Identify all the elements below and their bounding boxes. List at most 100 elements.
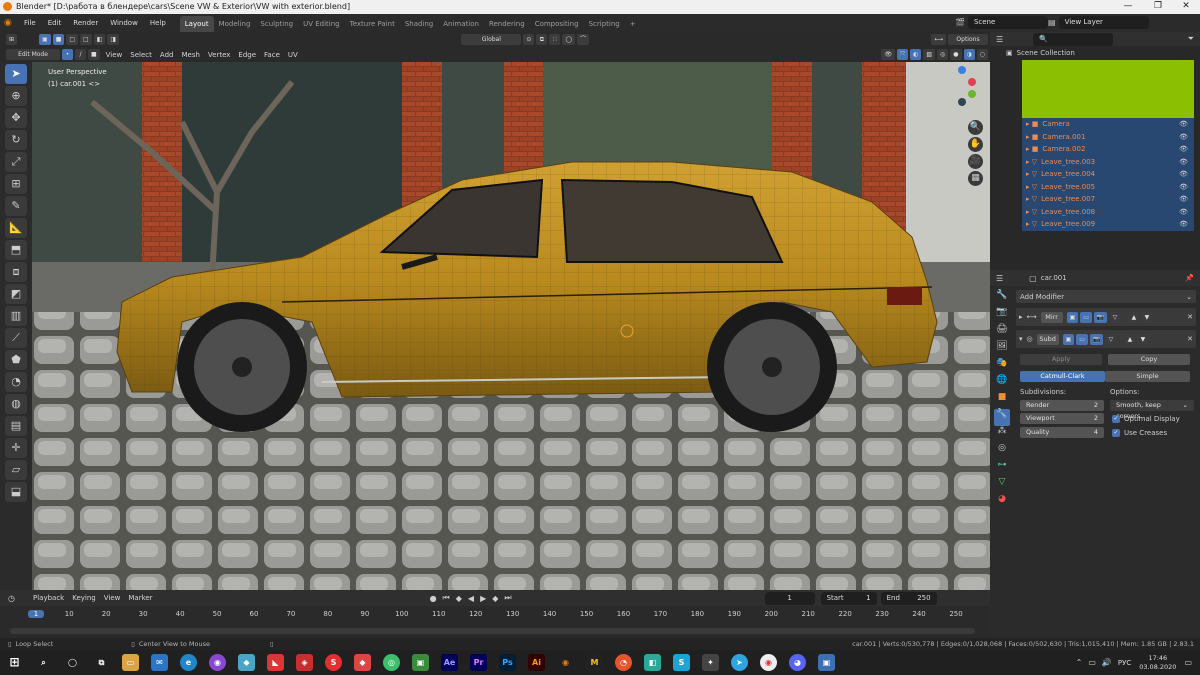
outliner-item[interactable]: ▸ ▽ Leave_tree.004 👁 [1026, 168, 1194, 181]
network-icon[interactable]: ▭ [1088, 658, 1096, 667]
snap-icon[interactable]: ⧉ [536, 34, 548, 45]
particles-tab-icon[interactable]: ⁂ [994, 426, 1010, 443]
menu-face[interactable]: Face [260, 51, 284, 59]
view-layer-name[interactable]: View Layer [1058, 16, 1149, 29]
menu-help[interactable]: Help [144, 14, 172, 32]
editor-type-icon[interactable]: ⊞ [6, 34, 18, 45]
viewport-levels-field[interactable]: Viewport 2 [1020, 413, 1104, 424]
loop-cut-icon[interactable]: ▥ [5, 306, 27, 326]
eye-icon[interactable]: 👁 [1179, 143, 1188, 156]
menu-select[interactable]: Select [126, 51, 156, 59]
physics-tab-icon[interactable]: ◎ [994, 443, 1010, 460]
render-levels-field[interactable]: Render 2 [1020, 400, 1104, 411]
start-frame-field[interactable]: Start 1 [820, 591, 877, 605]
edit-mode-toggle-icon[interactable]: ▣ [1066, 311, 1079, 323]
blender-taskbar-icon[interactable]: ◉ [557, 654, 574, 671]
record-icon[interactable]: ● [430, 594, 437, 603]
3d-viewport[interactable]: User Perspective (1) car.001 <> 🔍 ✋ 🎥 ▦ [32, 62, 990, 590]
render-tab-icon[interactable]: 📷 [994, 307, 1010, 324]
search-icon[interactable]: ⌕ [35, 654, 52, 671]
eye-icon[interactable]: 👁 [1179, 156, 1188, 169]
world-tab-icon[interactable]: 🌐 [994, 375, 1010, 392]
after-effects-icon[interactable]: Ae [441, 654, 458, 671]
viewport-toggle-icon[interactable]: ▭ [1076, 333, 1088, 345]
modifier-subd-name[interactable]: Subd [1036, 333, 1059, 345]
options-button[interactable]: Options [948, 34, 988, 45]
view-layer-selector[interactable]: ▤ View Layer [1048, 16, 1149, 29]
minimize-button[interactable]: — [1120, 1, 1136, 13]
app-diamond-icon[interactable]: ◆ [354, 654, 371, 671]
proportional-edit-icon[interactable]: ◯ [562, 34, 576, 45]
tab-texture-paint[interactable]: Texture Paint [345, 16, 400, 32]
outliner-item[interactable]: ▸ ■ Camera 👁 [1026, 118, 1194, 131]
app-orange-icon[interactable]: ◔ [615, 654, 632, 671]
outliner-item[interactable]: ▸ ▽ Leave_tree.007 👁 [1026, 193, 1194, 206]
scene-collection-row[interactable]: ▣ Scene Collection [990, 46, 1200, 60]
telegram-icon[interactable]: ➤ [731, 654, 748, 671]
catmull-clark-button[interactable]: Catmull-Clark [1020, 371, 1105, 382]
pin-icon[interactable]: 📌 [1185, 274, 1194, 282]
menu-view[interactable]: View [102, 51, 127, 59]
select-icon[interactable]: ➤ [5, 64, 27, 84]
modifier-mirror[interactable]: ▸ ⟷ Mirr ▣ ▭ 📷 ▽ ▲ ▼ ✕ [1016, 308, 1196, 326]
constraints-tab-icon[interactable]: ⊶ [994, 460, 1010, 477]
camera-view-icon[interactable]: 🎥 [968, 154, 983, 169]
timeline-editor-icon[interactable]: ◷ [8, 594, 15, 603]
select-extend-icon[interactable]: □ [66, 34, 79, 45]
zoom-icon[interactable]: 🔍 [968, 120, 983, 135]
collapse-arrow-icon[interactable]: ▾ [1019, 335, 1023, 343]
menu-edit[interactable]: Edit [42, 14, 68, 32]
shear-icon[interactable]: ▱ [5, 460, 27, 480]
modifier-subdivision[interactable]: ▾ ◎ Subd ▣ ▭ 📷 ▽ ▲ ▼ ✕ [1016, 330, 1196, 348]
shading-wireframe-icon[interactable]: ◎ [937, 49, 949, 60]
axis-y-icon[interactable] [968, 90, 976, 98]
checkbox-checked-icon[interactable]: ✓ [1112, 414, 1120, 423]
app-teal-icon[interactable]: ◧ [644, 654, 661, 671]
discord-icon[interactable]: ◕ [789, 654, 806, 671]
bevel-icon[interactable]: ◩ [5, 284, 27, 304]
measure-icon[interactable]: 📐 [5, 218, 27, 238]
eye-icon[interactable]: 👁 [1179, 193, 1188, 206]
menu-marker[interactable]: Marker [124, 594, 156, 602]
eye-icon[interactable]: 👁 [1179, 118, 1188, 131]
quality-field[interactable]: Quality 4 [1020, 427, 1104, 438]
edge-slide-icon[interactable]: ▤ [5, 416, 27, 436]
modifier-tab-icon[interactable]: 🔧 [994, 409, 1010, 426]
axis-z-icon[interactable] [958, 66, 966, 74]
task-view-icon[interactable]: ⧉ [93, 654, 110, 671]
select-subtract-icon[interactable]: □ [80, 34, 92, 45]
app-m-icon[interactable]: M [586, 654, 603, 671]
apply-button[interactable]: Apply [1020, 354, 1102, 365]
maximize-button[interactable]: ❐ [1150, 1, 1166, 13]
menu-keying[interactable]: Keying [68, 594, 100, 602]
move-up-icon[interactable]: ▲ [1124, 333, 1136, 345]
material-tab-icon[interactable]: ◕ [994, 494, 1010, 511]
tab-rendering[interactable]: Rendering [484, 16, 530, 32]
outliner-item[interactable]: ▸ ▽ Leave_tree.005 👁 [1026, 181, 1194, 194]
tab-sculpting[interactable]: Sculpting [255, 16, 298, 32]
scale-icon[interactable]: ⤢ [5, 152, 27, 172]
annotate-icon[interactable]: ✎ [5, 196, 27, 216]
move-up-icon[interactable]: ▲ [1128, 311, 1140, 323]
pan-hand-icon[interactable]: ✋ [968, 137, 983, 152]
select-new-icon[interactable]: ■ [52, 34, 65, 45]
app-blue-icon[interactable]: S [673, 654, 690, 671]
overlay-icon[interactable]: ◐ [910, 49, 922, 60]
app-green-icon[interactable]: ◎ [383, 654, 400, 671]
menu-vertex[interactable]: Vertex [204, 51, 235, 59]
close-button[interactable]: ✕ [1178, 1, 1194, 13]
menu-file[interactable]: File [18, 14, 42, 32]
end-frame-field[interactable]: End 250 [880, 591, 937, 605]
timeline-scrollbar[interactable] [10, 628, 975, 634]
scene-name[interactable]: Scene [967, 16, 1048, 29]
tray-chevron-icon[interactable]: ⌃ [1076, 658, 1083, 667]
mode-dropdown[interactable]: Edit Mode [6, 49, 60, 60]
timeline-ruler[interactable]: 1 10 20 30 40 50 60 70 80 90 100 110 120 130 140 150 160… [0, 608, 990, 624]
viewport-toggle-icon[interactable]: ▭ [1080, 311, 1092, 323]
menu-render[interactable]: Render [67, 14, 104, 32]
transform-orientation-dropdown[interactable]: Global [461, 34, 522, 45]
extrude-icon[interactable]: ⬒ [5, 240, 27, 260]
knife-icon[interactable]: ⟋ [5, 328, 27, 348]
pivot-icon[interactable]: ⊙ [523, 34, 535, 45]
checkbox-checked-icon[interactable]: ✓ [1112, 428, 1120, 437]
